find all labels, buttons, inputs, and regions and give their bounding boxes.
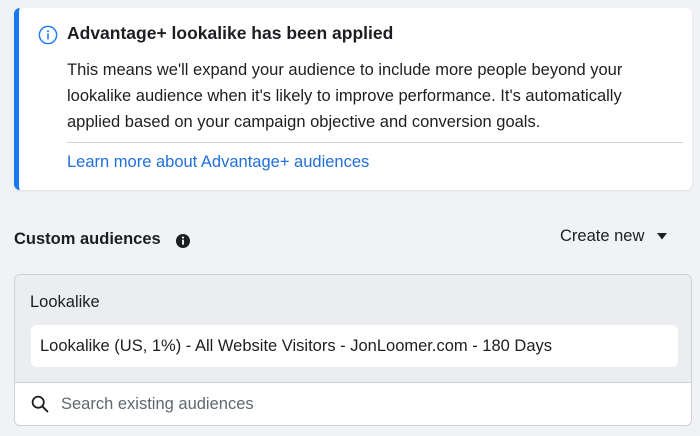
custom-audiences-box: Lookalike Lookalike (US, 1%) - All Websi… bbox=[14, 274, 692, 426]
create-new-dropdown[interactable]: Create new bbox=[560, 224, 668, 248]
caret-down-icon bbox=[657, 232, 668, 239]
info-filled-icon[interactable] bbox=[175, 233, 191, 249]
page: Advantage+ lookalike has been applied Th… bbox=[0, 0, 700, 436]
selected-audience-item[interactable]: Lookalike (US, 1%) - All Website Visitor… bbox=[31, 325, 678, 367]
advantage-notice-card: Advantage+ lookalike has been applied Th… bbox=[14, 8, 692, 190]
search-audiences-input[interactable] bbox=[61, 391, 671, 417]
group-label-lookalike: Lookalike bbox=[30, 293, 100, 311]
notice-divider bbox=[67, 142, 683, 143]
create-new-label: Create new bbox=[560, 226, 645, 245]
notice-body: This means we'll expand your audience to… bbox=[67, 61, 623, 131]
lookalike-group: Lookalike Lookalike (US, 1%) - All Websi… bbox=[15, 275, 691, 383]
learn-more-link[interactable]: Learn more about Advantage+ audiences bbox=[67, 153, 369, 172]
info-circle-icon bbox=[38, 25, 58, 45]
notice-title: Advantage+ lookalike has been applied bbox=[67, 23, 394, 43]
custom-audiences-title: Custom audiences bbox=[14, 230, 161, 248]
search-icon bbox=[31, 395, 49, 413]
search-row bbox=[15, 383, 691, 425]
